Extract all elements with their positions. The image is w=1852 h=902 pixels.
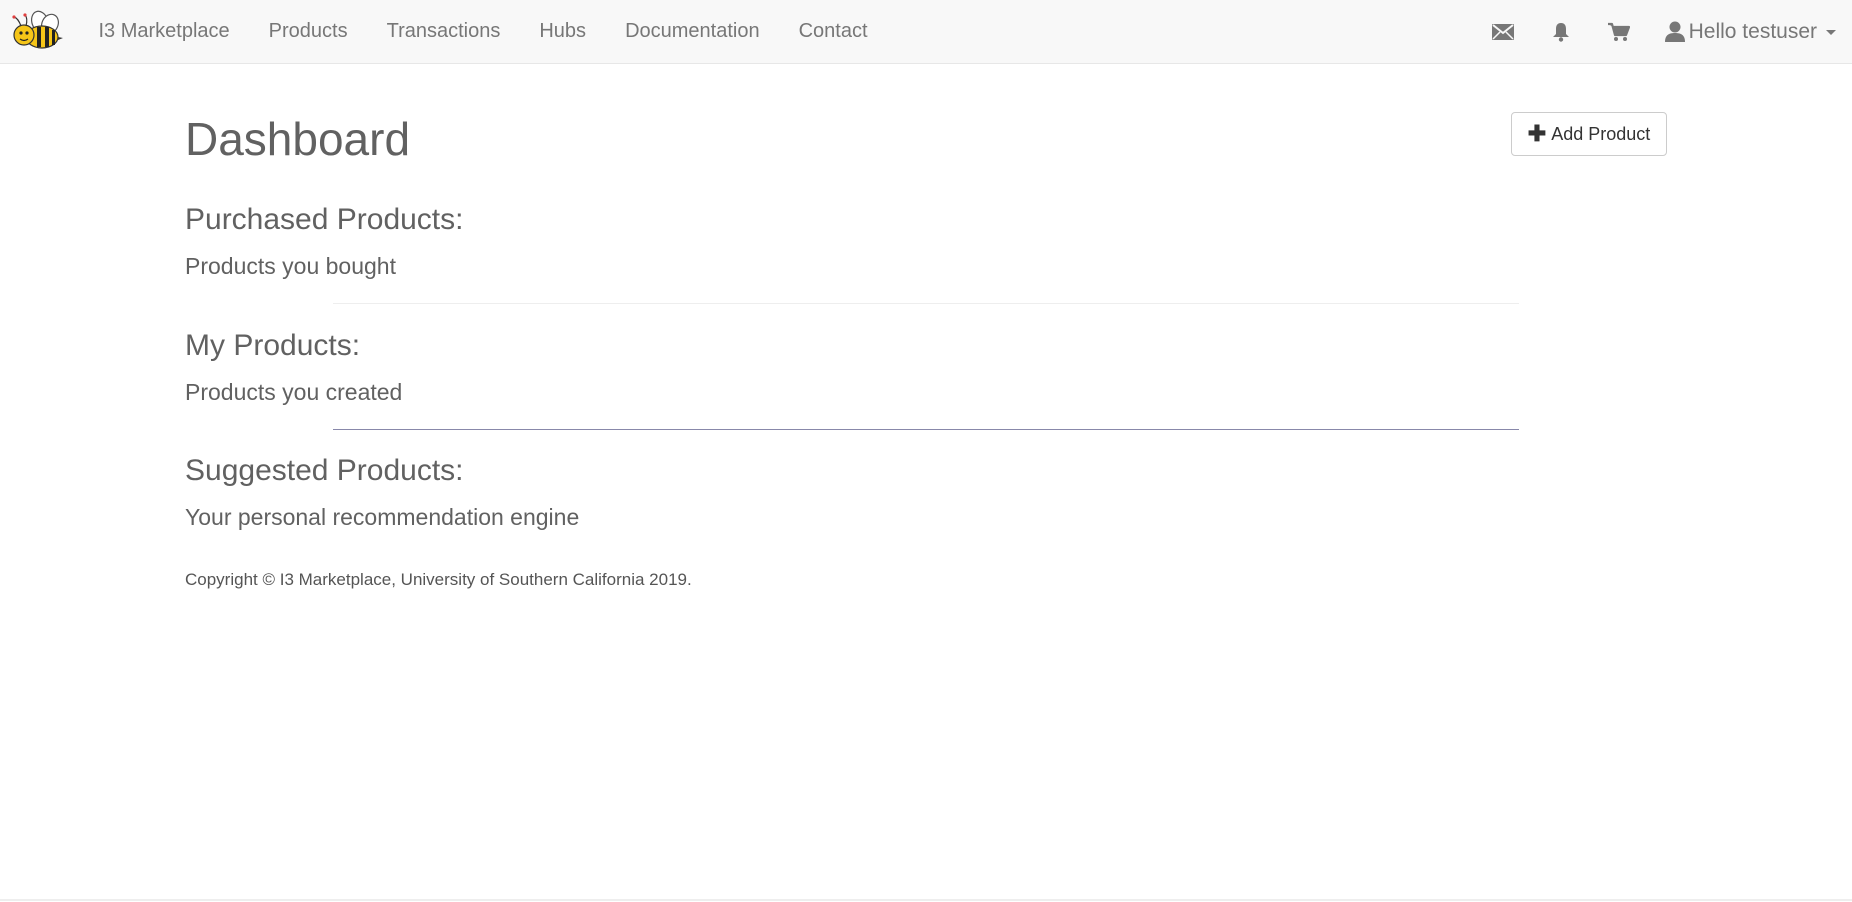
suggested-products-subtitle: Your personal recommendation engine [185,504,580,530]
nav-link-documentation[interactable]: Documentation [606,20,780,43]
nav-link-products[interactable]: Products [249,20,367,43]
add-product-label: Add Product [1551,123,1651,144]
bell-icon[interactable] [1549,20,1573,44]
page-title: Dashboard [185,113,411,165]
nav-link-hubs[interactable]: Hubs [520,20,606,43]
top-navbar: I3 Marketplace Products Transactions Hub… [0,0,1852,64]
nav-brand-link[interactable]: I3 Marketplace [79,20,249,43]
main-nav: I3 Marketplace Products Transactions Hub… [79,0,887,63]
nav-link-contact[interactable]: Contact [779,20,887,43]
purchased-products-subtitle: Products you bought [185,253,396,279]
add-product-button[interactable]: ✚ Add Product [1511,112,1667,156]
nav-link-transactions[interactable]: Transactions [367,20,520,43]
section-divider [333,429,1519,430]
section-divider [333,303,1519,304]
page-bottom-divider [0,899,1852,901]
bee-logo-icon[interactable] [8,8,64,54]
footer-copyright: Copyright © I3 Marketplace, University o… [185,570,692,589]
my-products-subtitle: Products you created [185,379,403,405]
nav-right-group: Hello testuser [1474,0,1852,63]
user-greeting: Hello testuser [1688,19,1817,43]
cart-icon[interactable] [1607,20,1631,44]
chevron-down-icon [1826,30,1836,35]
user-menu-dropdown[interactable]: Hello testuser [1664,19,1836,44]
envelope-icon[interactable] [1491,20,1515,44]
purchased-products-heading: Purchased Products: [185,203,464,236]
user-icon [1664,21,1685,43]
suggested-products-heading: Suggested Products: [185,454,464,487]
plus-icon: ✚ [1527,121,1547,146]
my-products-heading: My Products: [185,329,361,362]
